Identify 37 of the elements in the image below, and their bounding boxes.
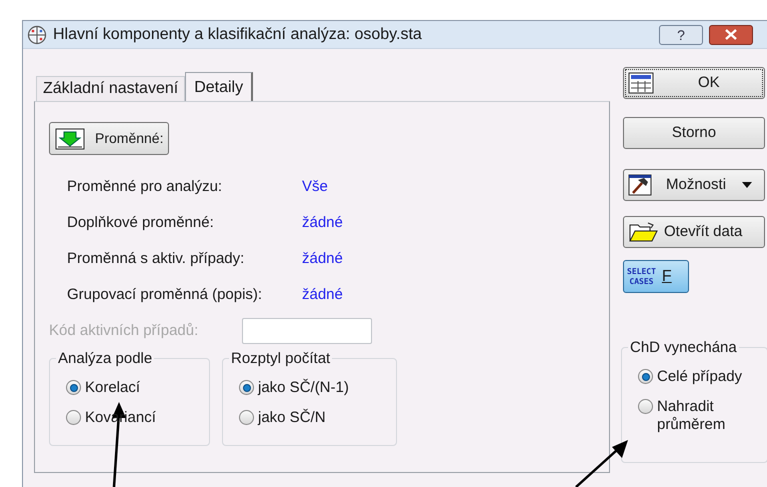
variable-value[interactable]: Vše — [302, 176, 328, 198]
close-button[interactable] — [709, 24, 753, 44]
app-icon — [27, 24, 47, 44]
field-label: Kód aktivních případů: — [49, 320, 200, 341]
variable-label: Doplňkové proměnné: — [67, 212, 215, 233]
tab[interactable]: Detaily — [185, 72, 254, 102]
radio-button[interactable] — [638, 369, 653, 384]
variables-button[interactable]: Proměnné: — [49, 122, 170, 155]
radio-label: jako SČ/(N-1) — [258, 379, 349, 397]
variable-value[interactable]: žádné — [302, 284, 343, 306]
radio-label: Celé případy — [657, 368, 742, 386]
table-icon — [628, 72, 654, 94]
close-icon — [724, 29, 738, 40]
radio-label: jako SČ/N — [258, 409, 326, 427]
variable-label: Proměnné pro analýzu: — [67, 176, 224, 197]
radio-button[interactable] — [66, 410, 81, 425]
folder-icon — [628, 221, 658, 243]
radio-button[interactable] — [239, 410, 254, 425]
radio-label: Nahradit průměrem — [657, 398, 726, 434]
hammer-icon — [628, 174, 652, 196]
radio-button[interactable] — [638, 399, 653, 414]
help-button[interactable]: ? — [659, 24, 703, 44]
ok-button[interactable]: OK — [623, 67, 765, 99]
dropdown-icon — [742, 182, 752, 188]
variable-value[interactable]: žádné — [302, 212, 343, 234]
variable-value[interactable]: žádné — [302, 248, 343, 270]
open-data-button[interactable]: Otevřít data — [623, 216, 765, 248]
radio-button[interactable] — [239, 380, 254, 395]
radio-button[interactable] — [66, 380, 81, 395]
options-button[interactable]: Možnosti — [623, 169, 765, 201]
radio-label: Korelací — [85, 379, 140, 397]
cancel-button[interactable]: Storno — [623, 117, 765, 149]
window-title: Hlavní komponenty a klasifikační analýza: osoby.sta — [53, 24, 422, 44]
download-icon — [55, 128, 85, 150]
tab[interactable]: Základní nastavení — [36, 76, 186, 101]
variable-label: Proměnná s aktiv. případy: — [67, 248, 246, 269]
variable-label: Grupovací proměnná (popis): — [67, 284, 264, 305]
